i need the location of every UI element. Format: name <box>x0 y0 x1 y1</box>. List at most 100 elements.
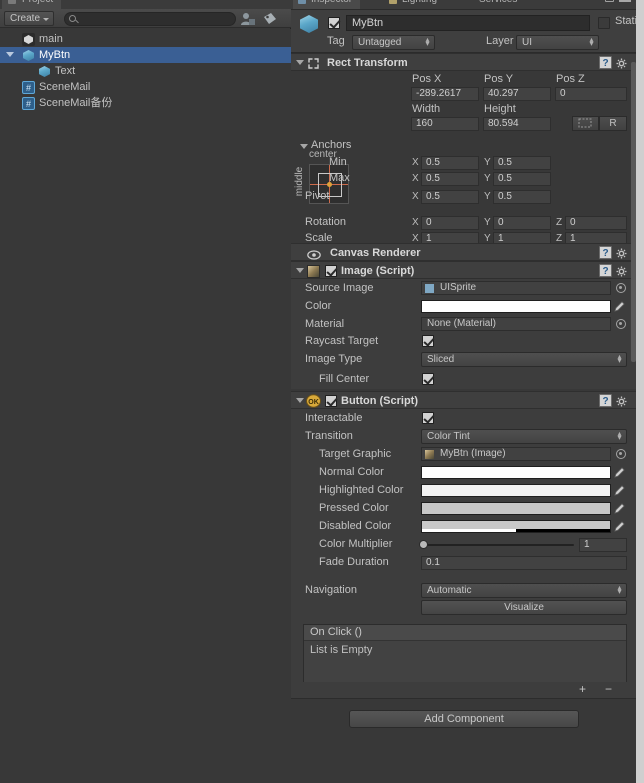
foldout-expanded-icon[interactable] <box>296 268 304 273</box>
image-type-value: Sliced <box>427 354 455 365</box>
button-enabled-checkbox[interactable] <box>325 395 337 407</box>
tab-services[interactable]: Services <box>471 0 525 9</box>
image-enabled-checkbox[interactable] <box>325 265 337 277</box>
add-component-button[interactable]: Add Component <box>349 710 579 728</box>
tab-project[interactable]: Project <box>2 0 62 9</box>
color-multiplier-value: 1 <box>584 539 590 550</box>
pivot-y-input[interactable]: 0.5 <box>493 190 551 204</box>
rotation-x-input[interactable]: 0 <box>421 216 479 230</box>
help-icon[interactable] <box>599 55 612 73</box>
anchor-max-y-input[interactable]: 0.5 <box>493 172 551 186</box>
transition-dropdown[interactable]: Color Tint <box>421 429 627 444</box>
anchor-max-x-input[interactable]: 0.5 <box>421 172 479 186</box>
pos-y-value: 40.297 <box>488 88 519 99</box>
chevron-updown-icon <box>424 38 431 47</box>
layer-dropdown[interactable]: UI <box>516 35 599 50</box>
help-icon[interactable] <box>599 245 612 263</box>
rect-transform-body: center middle Pos X Pos Y Pos Z -289.261… <box>291 71 636 246</box>
normal-color-swatch[interactable] <box>421 466 611 479</box>
create-button[interactable]: Create <box>4 11 55 26</box>
highlighted-color-swatch[interactable] <box>421 484 611 497</box>
material-picker-button[interactable] <box>616 319 626 329</box>
image-type-dropdown[interactable]: Sliced <box>421 352 627 367</box>
hierarchy-item-main[interactable]: main <box>0 31 291 47</box>
material-field[interactable]: None (Material) <box>421 317 611 331</box>
hierarchy-item-mybtn[interactable]: MyBtn <box>0 47 291 63</box>
tab-inspector[interactable]: Inspector <box>293 0 361 9</box>
hierarchy-item-scenemail[interactable]: SceneMail <box>0 79 291 96</box>
color-multiplier-input[interactable]: 1 <box>579 538 627 552</box>
pivot-x-input[interactable]: 0.5 <box>421 190 479 204</box>
pos-y-input[interactable]: 40.297 <box>483 87 551 101</box>
color-multiplier-slider[interactable] <box>422 544 574 546</box>
search-input[interactable] <box>64 12 236 26</box>
hierarchy-item-scenemail-backup[interactable]: SceneMail备份 <box>0 95 291 112</box>
add-event-button[interactable]: + <box>579 683 586 695</box>
gear-icon[interactable] <box>616 57 627 69</box>
pressed-color-label: Pressed Color <box>319 502 389 514</box>
target-graphic-picker-button[interactable] <box>616 449 626 459</box>
raycast-target-checkbox[interactable] <box>422 335 434 347</box>
inspector-menu-icon[interactable] <box>619 0 631 4</box>
visualize-button[interactable]: Visualize <box>421 600 627 615</box>
anchor-preset-v-label: middle <box>294 166 306 197</box>
hierarchy-item-text[interactable]: Text <box>0 63 291 79</box>
anchors-foldout-icon[interactable] <box>300 144 308 149</box>
disabled-color-swatch[interactable] <box>421 520 611 533</box>
source-image-field[interactable]: UISprite <box>421 281 611 295</box>
navigation-dropdown[interactable]: Automatic <box>421 583 627 598</box>
button-script-header[interactable]: OK Button (Script) <box>291 391 636 411</box>
anchor-min-x-input[interactable]: 0.5 <box>421 156 479 170</box>
visualize-label: Visualize <box>504 602 544 613</box>
static-checkbox[interactable] <box>598 17 610 29</box>
pos-z-input[interactable]: 0 <box>555 87 627 101</box>
help-icon[interactable] <box>599 393 612 411</box>
rotation-z-input[interactable]: 0 <box>565 216 627 230</box>
blueprint-mode-button[interactable] <box>572 116 599 131</box>
label-filter-icon[interactable] <box>262 12 278 26</box>
raw-edit-button[interactable]: R <box>599 116 627 131</box>
eyedropper-icon[interactable] <box>613 502 626 515</box>
canvas-renderer-header[interactable]: Canvas Renderer <box>291 243 636 263</box>
foldout-expanded-icon[interactable] <box>296 60 304 65</box>
foldout-expanded-icon[interactable] <box>6 52 14 57</box>
source-image-picker-button[interactable] <box>616 283 626 293</box>
eyedropper-icon[interactable] <box>613 300 626 313</box>
gameobject-name-field[interactable]: MyBtn <box>346 15 590 31</box>
eyedropper-icon[interactable] <box>613 466 626 479</box>
lock-icon[interactable] <box>605 0 614 2</box>
gear-icon[interactable] <box>616 247 627 259</box>
pressed-color-swatch[interactable] <box>421 502 611 515</box>
eyedropper-icon[interactable] <box>613 484 626 497</box>
tag-dropdown[interactable]: Untagged <box>352 35 435 50</box>
remove-event-button[interactable]: − <box>605 683 612 695</box>
anchor-min-y-value: 0.5 <box>498 157 512 168</box>
avatar-filter-icon[interactable] <box>240 12 256 26</box>
rotation-y-input[interactable]: 0 <box>493 216 551 230</box>
tab-lighting[interactable]: Lighting <box>384 0 445 9</box>
target-graphic-field[interactable]: MyBtn (Image) <box>421 447 611 461</box>
color-swatch[interactable] <box>421 300 611 313</box>
width-input[interactable]: 160 <box>411 117 479 131</box>
add-component-area: Add Component <box>291 698 636 738</box>
pos-x-input[interactable]: -289.2617 <box>411 87 479 101</box>
eyedropper-icon[interactable] <box>613 520 626 533</box>
gameobject-enabled-checkbox[interactable] <box>328 17 340 29</box>
fade-duration-input[interactable]: 0.1 <box>421 556 627 570</box>
rect-transform-header[interactable]: Rect Transform <box>291 53 636 73</box>
gear-icon[interactable] <box>616 395 627 407</box>
hierarchy-list[interactable]: main MyBtn Text SceneMail SceneMail备份 <box>0 29 291 783</box>
help-icon[interactable] <box>599 263 612 281</box>
fill-center-checkbox[interactable] <box>422 373 434 385</box>
foldout-expanded-icon[interactable] <box>296 398 304 403</box>
anchor-min-y-input[interactable]: 0.5 <box>493 156 551 170</box>
image-script-header[interactable]: Image (Script) <box>291 261 636 281</box>
color-multiplier-knob[interactable] <box>419 540 428 549</box>
project-tab-menu-icon[interactable]: ☰ <box>279 0 287 3</box>
height-input[interactable]: 80.594 <box>483 117 551 131</box>
onclick-event-list[interactable]: On Click () List is Empty <box>303 624 627 684</box>
search-input-field[interactable] <box>81 14 231 25</box>
gear-icon[interactable] <box>616 265 627 277</box>
target-graphic-label: Target Graphic <box>319 448 392 460</box>
interactable-checkbox[interactable] <box>422 412 434 424</box>
